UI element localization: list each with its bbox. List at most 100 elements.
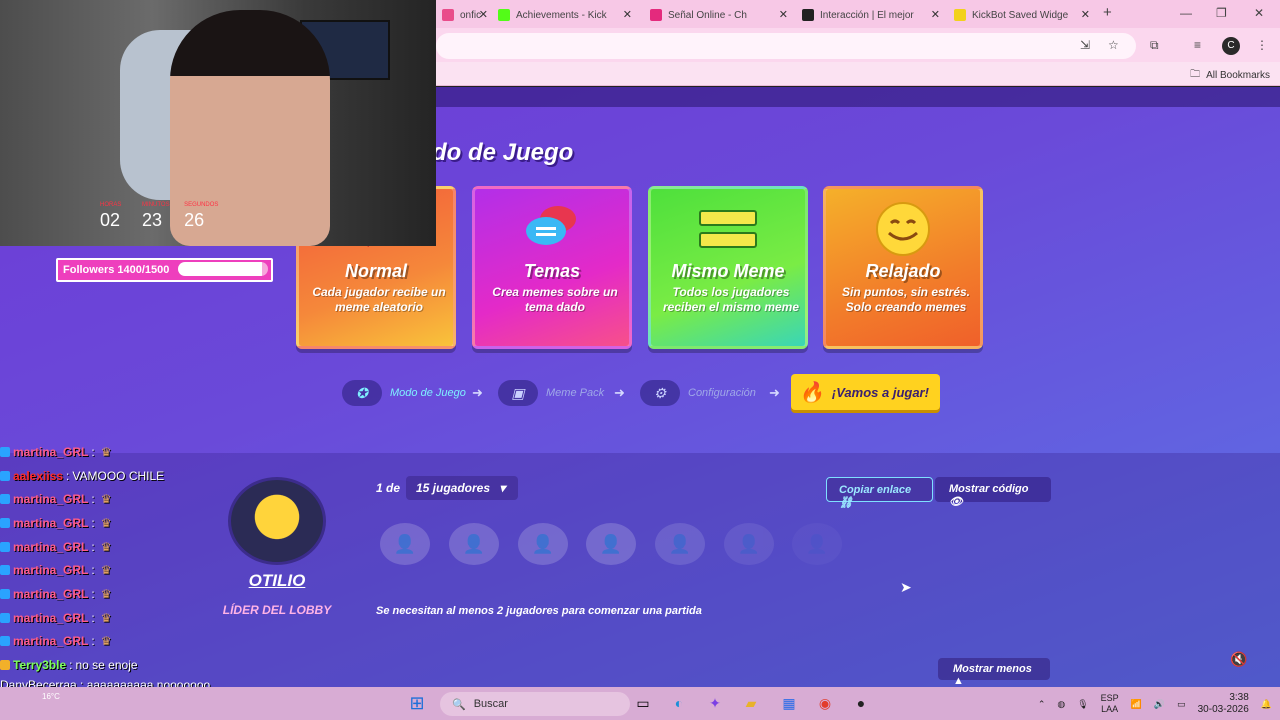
media-icon[interactable]: ≡	[1194, 38, 1201, 52]
tab-1[interactable]: onfic ✕	[436, 4, 492, 26]
step-modo-de-juego[interactable]: ✪ Modo de Juego	[342, 380, 466, 406]
chat-separator: :	[91, 515, 95, 530]
close-icon[interactable]: ✕	[779, 8, 788, 21]
tab-3[interactable]: Señal Online - Ch ✕	[644, 4, 792, 26]
close-icon[interactable]: ✕	[1081, 8, 1090, 21]
play-label: ¡Vamos a jugar!	[831, 384, 929, 400]
chat-separator: :	[91, 634, 95, 649]
show-code-button[interactable]: Mostrar código 👁	[935, 477, 1051, 508]
copy-link-button[interactable]: Copiar enlace ⛓	[826, 477, 933, 509]
show-less-label: Mostrar menos	[953, 663, 1032, 675]
empty-player-slot: 👤	[586, 523, 636, 565]
step-meme-pack[interactable]: ▣ Meme Pack	[498, 380, 604, 406]
copilot-icon[interactable]: ✦	[704, 692, 726, 714]
file-explorer-icon[interactable]: ▰	[740, 692, 762, 714]
timer-hours-label: HORAS	[100, 202, 122, 208]
close-icon[interactable]: ✕	[479, 8, 488, 21]
obs-icon[interactable]: ●	[850, 692, 872, 714]
tab-label: Interacción | El mejor	[820, 9, 914, 21]
timer-minutes-label: MINUTOS	[142, 202, 170, 208]
mode-card-relajado[interactable]: Relajado Sin puntos, sin estrés. Solo cr…	[823, 186, 983, 349]
mode-card-title: Temas	[523, 261, 581, 281]
taskbar-search[interactable]: 🔍 Buscar	[440, 692, 630, 716]
chat-separator: :	[91, 610, 95, 625]
step-label: Meme Pack	[546, 387, 605, 399]
tab-favicon-icon	[442, 9, 454, 21]
chat-text: no se enoje	[75, 658, 138, 673]
show-less-button[interactable]: Mostrar menos ▲	[938, 658, 1050, 687]
max-players-select[interactable]: 15 jugadores ▾	[406, 476, 518, 500]
mode-card-desc: Cada jugador recibe un meme aleatorio	[312, 285, 446, 314]
close-window-icon[interactable]: ✕	[1254, 6, 1264, 20]
address-bar[interactable]	[436, 33, 1136, 59]
extensions-icon[interactable]: ⧉	[1150, 38, 1159, 53]
stream-timer: HORAS 02 MINUTOS 23 SEGUNDOS 26	[100, 202, 218, 231]
chat-separator: :	[69, 658, 73, 673]
arrow-right-icon: ➜	[472, 385, 483, 400]
edge-icon[interactable]: ◐	[668, 692, 690, 714]
folder-icon: 🗀	[1190, 69, 1201, 80]
profile-avatar[interactable]: C	[1222, 37, 1240, 55]
store-icon[interactable]: ▦	[778, 692, 800, 714]
menu-icon[interactable]: ⋮	[1256, 38, 1268, 52]
timer-seconds-label: SEGUNDOS	[184, 202, 219, 208]
all-bookmarks-button[interactable]: 🗀 All Bookmarks	[1190, 67, 1270, 84]
new-tab-button[interactable]: +	[1103, 4, 1112, 21]
chevron-down-icon: ▾	[499, 481, 506, 495]
close-icon[interactable]: ✕	[931, 8, 940, 21]
task-view-icon[interactable]: ▭	[632, 692, 654, 714]
minimize-icon[interactable]: —	[1180, 6, 1192, 20]
emote-icon: ♛	[100, 539, 112, 554]
badge-icon	[0, 660, 10, 671]
tab-5[interactable]: KickBot Saved Widge ✕	[948, 4, 1094, 26]
close-icon[interactable]: ✕	[623, 8, 632, 21]
timer-minutes-value: 23	[142, 210, 163, 230]
mode-card-desc: Todos los jugadores reciben el mismo mem…	[662, 285, 800, 314]
volume-icon[interactable]: 🔊	[1154, 699, 1165, 710]
mouse-cursor-icon: ➤	[900, 579, 912, 595]
mute-icon[interactable]: 🔇	[1230, 651, 1247, 668]
link-icon: ⛓	[839, 497, 853, 509]
mode-card-title: Relajado	[865, 261, 941, 281]
chat-separator: :	[91, 492, 95, 507]
speech-bubbles-icon	[526, 206, 576, 245]
chat-separator: :	[66, 468, 70, 483]
clock-time: 3:38	[1229, 692, 1249, 703]
tab-4[interactable]: Interacción | El mejor ✕	[796, 4, 944, 26]
taskbar-search-label: Buscar	[473, 698, 508, 710]
chrome-icon[interactable]: ◉	[814, 692, 836, 714]
clock-date: 30-03-2026	[1197, 704, 1249, 715]
timer-seconds-value: 26	[184, 210, 205, 230]
play-button[interactable]: 🔥 ¡Vamos a jugar!	[791, 374, 940, 410]
clock[interactable]: 3:38 30-03-2026	[1198, 692, 1249, 716]
maximize-icon[interactable]: ❐	[1216, 6, 1227, 20]
fire-icon: 🔥	[799, 381, 824, 404]
bookmark-star-icon[interactable]: ☆	[1108, 38, 1119, 52]
emote-icon: ♛	[100, 610, 112, 625]
tab-2[interactable]: Achievements - Kick ✕	[492, 4, 636, 26]
chat-message: martina_GRL: ♛	[0, 535, 260, 559]
mode-card-temas[interactable]: Temas Crea memes sobre un tema dado	[472, 186, 632, 349]
notifications-icon[interactable]: 🔔	[1261, 699, 1272, 710]
tab-favicon-icon	[650, 9, 662, 21]
all-bookmarks-label: All Bookmarks	[1206, 70, 1270, 81]
install-icon[interactable]: ⇲	[1080, 38, 1090, 52]
language-indicator[interactable]: ESP LAA	[1101, 693, 1119, 715]
chat-username: martina_GRL	[13, 444, 89, 459]
step-configuracion[interactable]: ⚙ Configuración	[640, 380, 756, 406]
wifi-icon[interactable]: 📶	[1131, 699, 1142, 710]
battery-icon[interactable]: ▭	[1177, 699, 1186, 710]
timer-seconds: SEGUNDOS 26	[184, 202, 218, 231]
search-icon: 🔍	[452, 698, 466, 711]
chat-username: Terry3ble	[13, 658, 67, 673]
mode-card-mismo-meme[interactable]: Mismo Meme Todos los jugadores reciben e…	[648, 186, 808, 349]
chevron-up-icon[interactable]: ⌃	[1038, 699, 1046, 710]
app-tray-icon[interactable]: ◍	[1057, 699, 1065, 710]
mode-card-desc: Crea memes sobre un tema dado	[492, 285, 618, 314]
windows-start-icon[interactable]: ⊞	[406, 692, 428, 714]
pack-icon: ▣	[498, 380, 538, 406]
timer-hours-value: 02	[100, 210, 121, 230]
empty-player-slot: 👤	[655, 523, 705, 565]
mic-icon[interactable]: 🎙	[1077, 699, 1088, 710]
emote-icon: ♛	[100, 634, 112, 649]
